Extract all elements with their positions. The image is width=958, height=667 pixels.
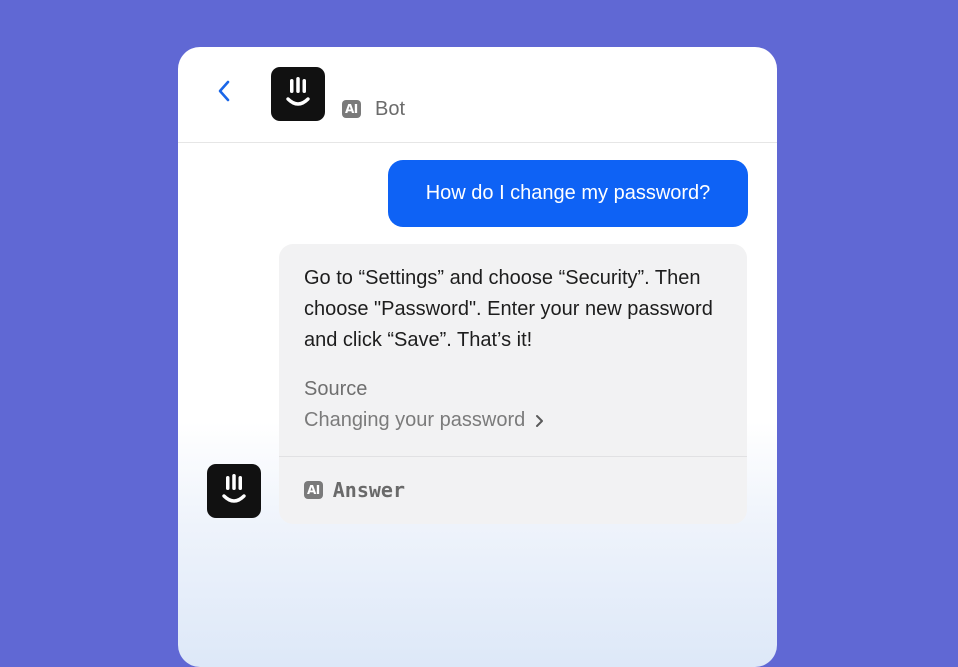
chevron-left-icon (216, 79, 232, 108)
bubble-divider (279, 456, 747, 457)
source-link[interactable]: Changing your password (304, 409, 544, 432)
smiley-logo-icon (207, 474, 261, 522)
chevron-right-icon (535, 414, 544, 428)
chat-window: AI Bot How do I change my password? Go t… (178, 47, 777, 667)
source-link-text: Changing your password (304, 409, 526, 431)
bot-message-avatar (207, 464, 261, 518)
chat-header: AI Bot (178, 47, 777, 143)
ai-badge: AI (342, 100, 361, 118)
bot-avatar (271, 67, 325, 121)
bot-reply-bubble: Go to “Settings” and choose “Security”. … (279, 244, 747, 524)
bot-name: Bot (375, 98, 406, 120)
bot-reply-text: Go to “Settings” and choose “Security”. … (304, 267, 713, 351)
user-message-text: How do I change my password? (425, 182, 711, 204)
answer-label: Answer (332, 478, 406, 502)
user-message-bubble: How do I change my password? (388, 160, 748, 227)
ai-badge: AI (304, 481, 323, 499)
answer-footer: AI Answer (304, 478, 405, 502)
smiley-logo-icon (271, 77, 325, 125)
source-label: Source (304, 378, 368, 400)
back-button[interactable] (208, 77, 240, 109)
